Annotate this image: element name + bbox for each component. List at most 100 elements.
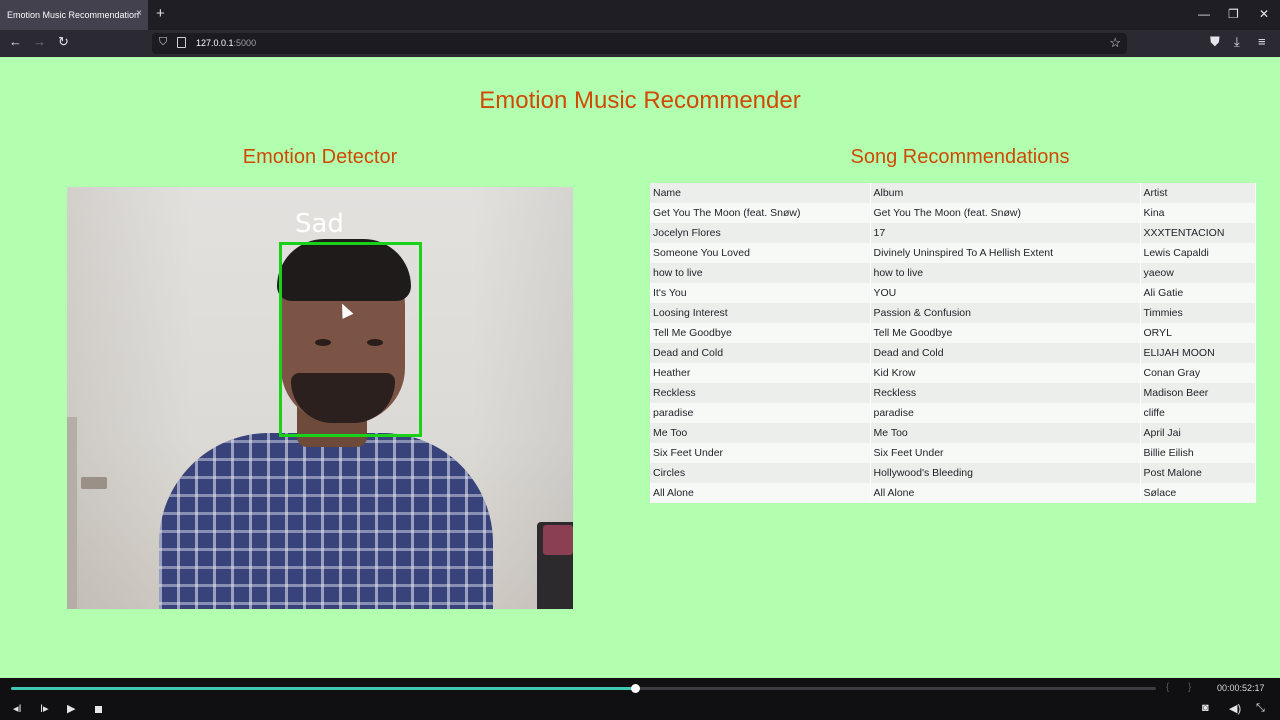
song-artist-cell: Timmies (1140, 303, 1256, 323)
face-detection-box (279, 242, 422, 437)
menu-icon[interactable]: ≡ (1258, 34, 1266, 49)
song-artist-cell: ELIJAH MOON (1140, 343, 1256, 363)
seek-bar[interactable] (11, 684, 1156, 693)
column-header-name: Name (650, 183, 871, 203)
webcam-feed: Sad (67, 187, 573, 609)
song-artist-cell: Post Malone (1140, 463, 1256, 483)
door-edge (67, 417, 77, 609)
song-name-cell: Circles (650, 463, 871, 483)
song-name-cell: It's You (650, 283, 871, 303)
tab-title: Emotion Music Recommendation (7, 10, 140, 20)
previous-frame-icon[interactable]: ◂Ι (13, 702, 22, 715)
table-row: Circles Hollywood's Bleeding Post Malone (650, 463, 1256, 483)
url-port: :5000 (233, 38, 257, 48)
table-row: Get You The Moon (feat. Snøw) Get You The… (650, 203, 1256, 223)
seek-bar-progress (11, 687, 636, 690)
restore-icon[interactable]: ❐ (1228, 7, 1239, 21)
song-album-cell: YOU (870, 283, 1141, 303)
detected-emotion-label: Sad (295, 209, 344, 239)
table-row: Jocelyn Flores 17 XXXTENTACION (650, 223, 1256, 243)
column-header-album: Album (870, 183, 1141, 203)
page-title: Emotion Music Recommender (479, 87, 801, 114)
song-name-cell: Six Feet Under (650, 443, 871, 463)
download-icon[interactable]: ⤓ (1234, 34, 1240, 50)
table-row: Reckless Reckless Madison Beer (650, 383, 1256, 403)
song-name-cell: Loosing Interest (650, 303, 871, 323)
table-row: Heather Kid Krow Conan Gray (650, 363, 1256, 383)
minimize-icon[interactable]: — (1198, 7, 1210, 21)
song-artist-cell: Lewis Capaldi (1140, 243, 1256, 263)
mark-out-icon[interactable]: } (1188, 682, 1191, 693)
pocket-icon[interactable]: ⛊ (1210, 34, 1220, 50)
song-artist-cell: Sølace (1140, 483, 1256, 503)
stop-icon[interactable] (95, 706, 102, 713)
song-table-body: Name Album Artist Get You The Moon (feat… (650, 183, 1256, 503)
page-icon (177, 37, 186, 48)
snapshot-icon[interactable]: ◙ (1202, 702, 1209, 714)
song-album-cell: 17 (870, 223, 1141, 243)
table-header-row: Name Album Artist (650, 183, 1256, 203)
song-name-cell: Tell Me Goodbye (650, 323, 871, 343)
seek-handle[interactable] (631, 684, 641, 693)
address-bar[interactable]: ⛉ 127.0.0.1:5000 ☆ (152, 33, 1127, 54)
song-name-cell: how to live (650, 263, 871, 283)
song-album-cell: paradise (870, 403, 1141, 423)
song-name-cell: Dead and Cold (650, 343, 871, 363)
song-name-cell: Someone You Loved (650, 243, 871, 263)
mark-in-icon[interactable]: { (1166, 682, 1169, 693)
shield-icon[interactable]: ⛉ (159, 36, 167, 49)
song-album-cell: Passion & Confusion (870, 303, 1141, 323)
song-album-cell: All Alone (870, 483, 1141, 503)
song-name-cell: Me Too (650, 423, 871, 443)
back-arrow-icon[interactable]: ← (9, 34, 22, 49)
tab-emotion-music[interactable]: Emotion Music Recommendation × (0, 0, 148, 30)
table-row: All Alone All Alone Sølace (650, 483, 1256, 503)
song-album-cell: Hollywood's Bleeding (870, 463, 1141, 483)
window-close-icon[interactable]: ✕ (1259, 7, 1269, 21)
column-header-artist: Artist (1140, 183, 1256, 203)
song-album-cell: Reckless (870, 383, 1141, 403)
reload-icon[interactable]: ↻ (58, 34, 69, 50)
table-row: Six Feet Under Six Feet Under Billie Eilis… (650, 443, 1256, 463)
forward-arrow-icon[interactable]: → (33, 34, 46, 49)
song-album-cell: Kid Krow (870, 363, 1141, 383)
table-row: It's You YOU Ali Gatie (650, 283, 1256, 303)
emotion-detector-heading: Emotion Detector (242, 146, 398, 168)
song-name-cell: All Alone (650, 483, 871, 503)
song-name-cell: paradise (650, 403, 871, 423)
song-album-cell: Six Feet Under (870, 443, 1141, 463)
close-icon[interactable]: × (136, 8, 142, 19)
song-artist-cell: Madison Beer (1140, 383, 1256, 403)
song-album-cell: Get You The Moon (feat. Snøw) (870, 203, 1141, 223)
table-row: Loosing Interest Passion & Confusion Timmi… (650, 303, 1256, 323)
door-handle (81, 477, 107, 489)
table-row: how to live how to live yaeow (650, 263, 1256, 283)
next-frame-icon[interactable]: Ι▸ (40, 702, 49, 715)
play-icon[interactable]: ▶ (67, 702, 75, 715)
table-row: Someone You Loved Divinely Uninspired To … (650, 243, 1256, 263)
song-artist-cell: Ali Gatie (1140, 283, 1256, 303)
fullscreen-icon[interactable]: ⤡ (1256, 702, 1265, 715)
song-artist-cell: ORYL (1140, 323, 1256, 343)
timecode: 00:00:52:17 (1217, 683, 1265, 693)
navigation-bar: ← → ↻ ⛉ 127.0.0.1:5000 ☆ ⛊ ⤓ ≡ (0, 30, 1280, 57)
star-icon[interactable]: ☆ (1109, 35, 1121, 51)
song-artist-cell: XXXTENTACION (1140, 223, 1256, 243)
song-artist-cell: cliffe (1140, 403, 1256, 423)
song-album-cell: Me Too (870, 423, 1141, 443)
url-text[interactable]: 127.0.0.1:5000 (196, 38, 256, 48)
song-artist-cell: April Jai (1140, 423, 1256, 443)
song-name-cell: Heather (650, 363, 871, 383)
song-album-cell: Divinely Uninspired To A Hellish Extent (870, 243, 1141, 263)
table-row: Me Too Me Too April Jai (650, 423, 1256, 443)
media-player-bar: { } 00:00:52:17 ◂Ι Ι▸ ▶ ◙ ◀) ⤡ (0, 678, 1280, 720)
page-content: Emotion Music Recommender Emotion Detect… (0, 57, 1280, 678)
volume-icon[interactable]: ◀) (1229, 702, 1241, 715)
song-recommendations-heading: Song Recommendations (850, 146, 1070, 168)
new-tab-button[interactable]: + (156, 5, 165, 22)
song-album-cell: Dead and Cold (870, 343, 1141, 363)
song-name-cell: Get You The Moon (feat. Snøw) (650, 203, 871, 223)
song-artist-cell: Conan Gray (1140, 363, 1256, 383)
table-row: paradise paradise cliffe (650, 403, 1256, 423)
song-artist-cell: yaeow (1140, 263, 1256, 283)
